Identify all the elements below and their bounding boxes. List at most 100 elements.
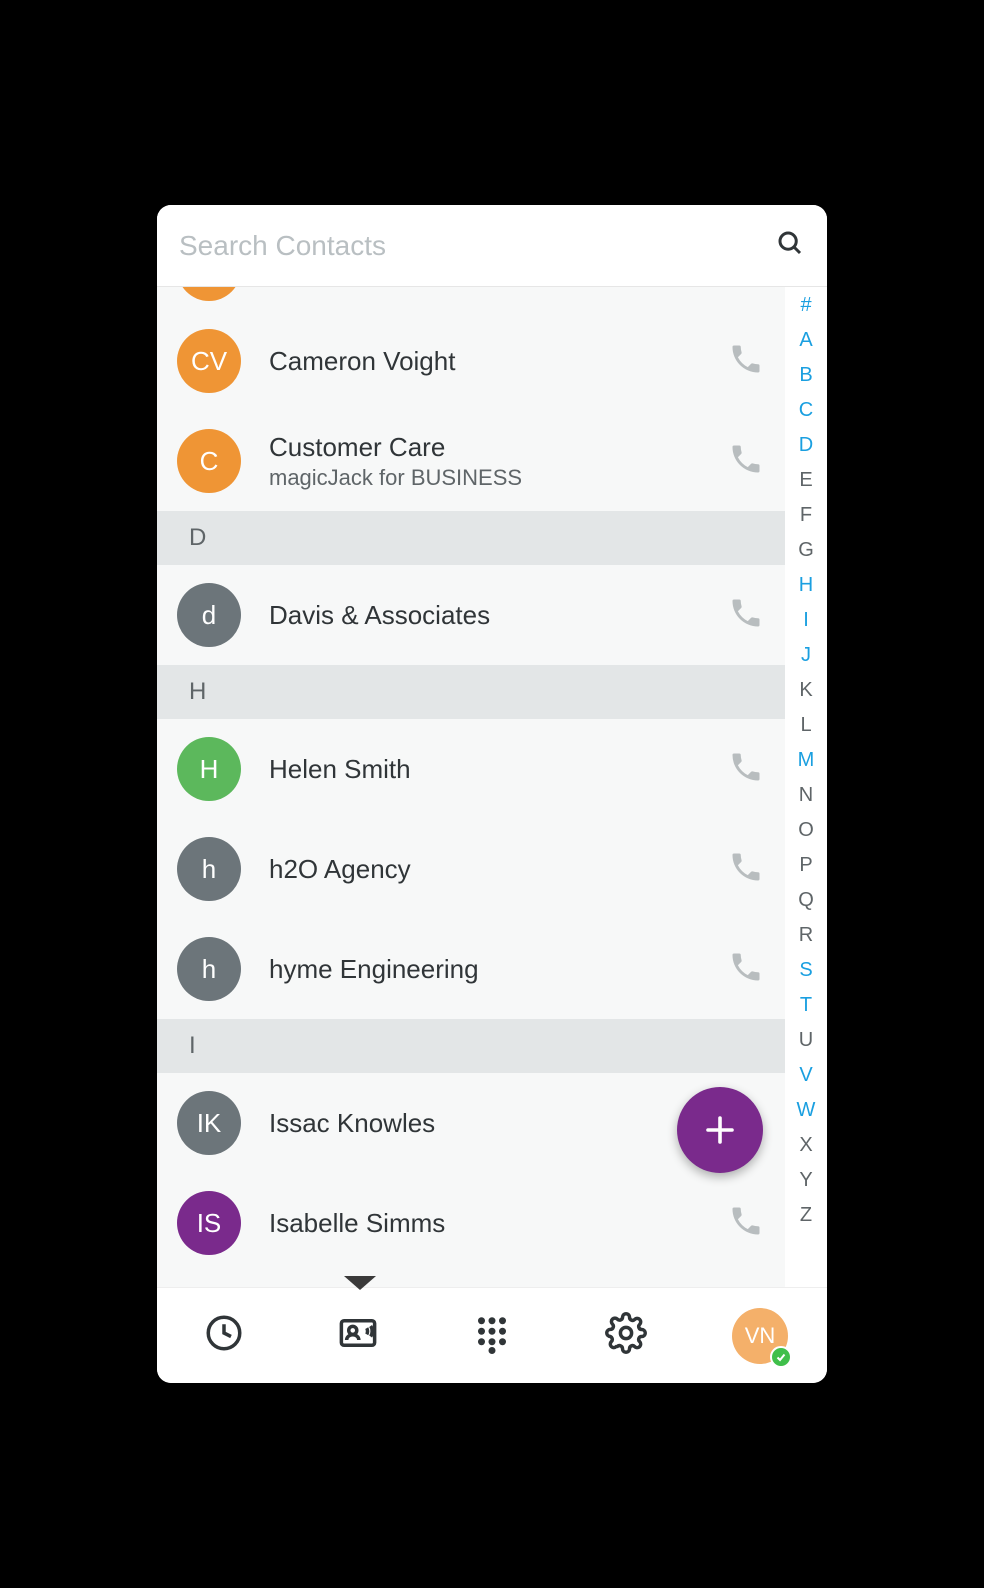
alpha-letter[interactable]: Z [800,1201,812,1229]
tab-settings[interactable] [559,1288,693,1383]
alpha-letter[interactable]: H [799,571,813,599]
contact-row[interactable]: h hyme Engineering [157,919,785,1019]
contact-initials: CV [191,346,227,377]
alpha-letter[interactable]: O [798,816,814,844]
alpha-letter[interactable]: N [799,781,813,809]
contact-info: h2O Agency [269,854,725,885]
tab-profile[interactable]: VN [693,1288,827,1383]
gear-icon [605,1312,647,1359]
presence-online-icon [770,1346,792,1368]
contact-row[interactable]: h h2O Agency [157,819,785,919]
contact-row[interactable]: C Customer CaremagicJack for BUSINESS [157,411,785,511]
contact-info: hyme Engineering [269,954,725,985]
section-header: I [157,1019,785,1073]
alpha-letter[interactable]: Q [798,886,814,914]
contact-row[interactable]: H Helen Smith [157,719,785,819]
alpha-letter[interactable]: T [800,991,812,1019]
contact-subtitle: magicJack for BUSINESS [269,465,725,491]
contact-name: Customer Care [269,432,725,463]
contact-avatar [177,287,241,301]
contact-name: Issac Knowles [269,1108,725,1139]
alpha-letter[interactable]: X [799,1131,812,1159]
contact-avatar: CV [177,329,241,393]
contact-info: Customer CaremagicJack for BUSINESS [269,432,725,491]
contact-avatar: h [177,937,241,1001]
alpha-letter[interactable]: P [799,851,812,879]
search-bar [157,205,827,287]
contact-initials: h [202,954,216,985]
contact-avatar: IK [177,1091,241,1155]
alpha-letter[interactable]: V [799,1061,812,1089]
alpha-letter[interactable]: # [800,291,811,319]
alpha-letter[interactable]: C [799,396,813,424]
contact-initials: IK [197,1108,222,1139]
profile-avatar: VN [732,1308,788,1364]
call-button[interactable] [725,948,767,990]
call-button[interactable] [725,1202,767,1244]
alpha-letter[interactable]: L [800,711,811,739]
alpha-letter[interactable]: W [797,1096,816,1124]
phone-icon [728,749,764,790]
active-tab-indicator [344,1276,376,1290]
contact-name: Cameron Voight [269,346,725,377]
search-icon[interactable] [775,228,805,263]
phone-icon [728,849,764,890]
contact-avatar: C [177,429,241,493]
contact-name: Isabelle Simms [269,1208,725,1239]
contact-initials: IS [197,1208,222,1239]
alpha-letter[interactable]: U [799,1026,813,1054]
clock-icon [203,1312,245,1359]
alpha-letter[interactable]: I [803,606,809,634]
phone-icon [728,441,764,482]
contact-row[interactable]: CV Cameron Voight [157,311,785,411]
bottom-toolbar: VN [157,1287,827,1383]
contact-name: hyme Engineering [269,954,725,985]
phone-icon [728,341,764,382]
call-button[interactable] [725,848,767,890]
contact-initials: h [202,854,216,885]
call-button[interactable] [725,594,767,636]
contact-initials: H [200,754,219,785]
dialpad-icon [471,1312,513,1359]
contact-info: Davis & Associates [269,600,725,631]
tab-contacts[interactable] [291,1288,425,1383]
alpha-letter[interactable]: R [799,921,813,949]
contact-avatar: IS [177,1191,241,1255]
section-header: H [157,665,785,719]
contact-info: Helen Smith [269,754,725,785]
contact-avatar: d [177,583,241,647]
alpha-letter[interactable]: E [799,466,812,494]
alpha-letter[interactable]: B [799,361,812,389]
call-button[interactable] [725,440,767,482]
contact-initials: C [200,446,219,477]
contact-row[interactable]: d Davis & Associates [157,565,785,665]
app-frame: CVCameron VoightCCustomer CaremagicJack … [157,205,827,1383]
call-button[interactable] [725,340,767,382]
alpha-letter[interactable]: G [798,536,814,564]
alpha-letter[interactable]: S [799,956,812,984]
contact-initials: d [202,600,216,631]
contact-name: Helen Smith [269,754,725,785]
alpha-letter[interactable]: K [799,676,812,704]
contact-info: Isabelle Simms [269,1208,725,1239]
alpha-letter[interactable]: J [801,641,811,669]
tab-recents[interactable] [157,1288,291,1383]
contact-row[interactable]: IS Isabelle Simms [157,1173,785,1273]
alpha-letter[interactable]: M [798,746,815,774]
alpha-letter[interactable]: D [799,431,813,459]
alpha-index[interactable]: # ABCDEFGHIJKLMNOPQRSTUVWXYZ [785,287,827,1287]
alpha-letter[interactable]: F [800,501,812,529]
profile-initials: VN [745,1323,776,1349]
contact-avatar: H [177,737,241,801]
phone-icon [728,949,764,990]
tab-dialpad[interactable] [425,1288,559,1383]
call-button[interactable] [725,748,767,790]
search-input[interactable] [179,230,775,262]
alpha-letter[interactable]: Y [799,1166,812,1194]
phone-icon [728,1203,764,1244]
contact-info: Cameron Voight [269,346,725,377]
add-contact-button[interactable] [677,1087,763,1173]
alpha-letter[interactable]: A [799,326,812,354]
contact-info: Issac Knowles [269,1108,725,1139]
contact-name: Davis & Associates [269,600,725,631]
